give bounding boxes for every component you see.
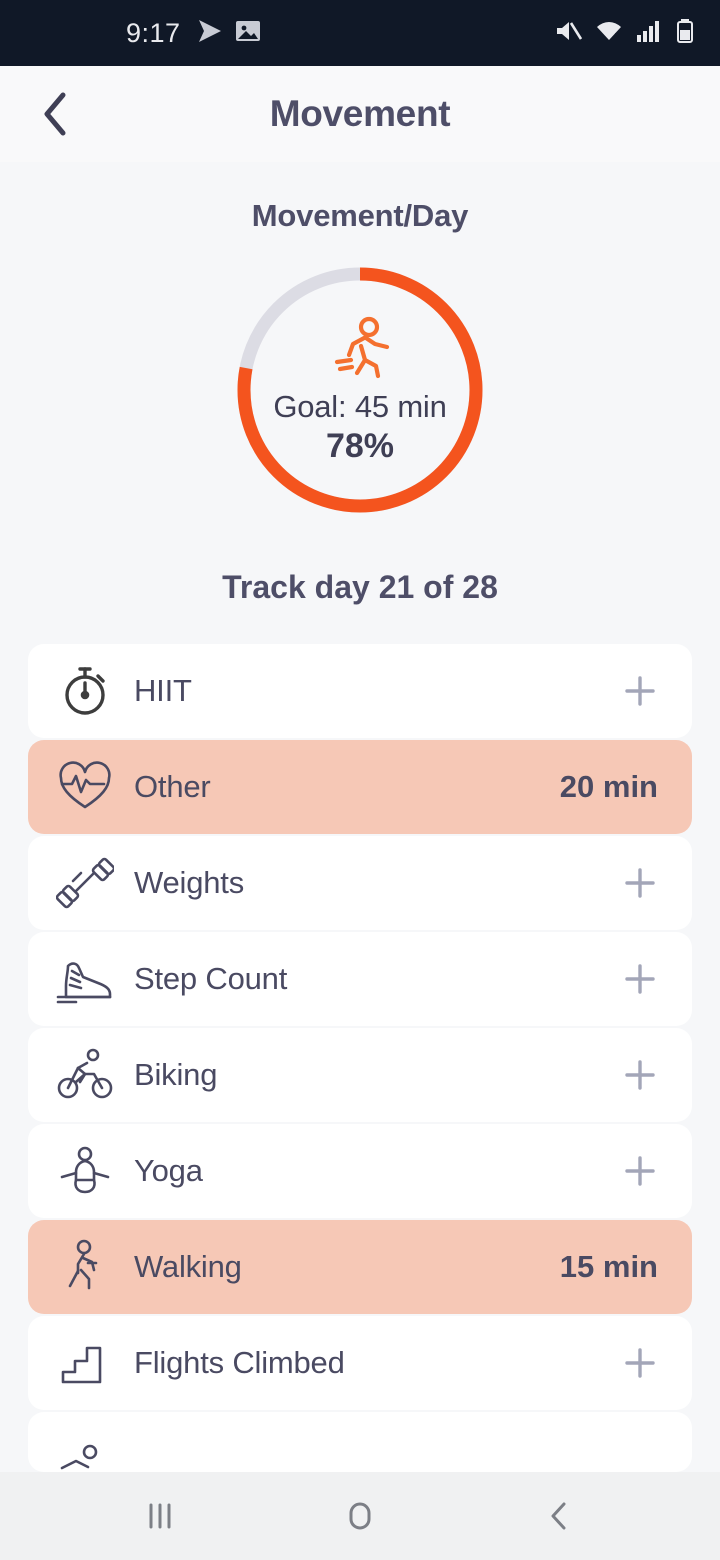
- back-icon: [551, 1502, 566, 1530]
- activity-row-walking[interactable]: Walking 15 min: [28, 1220, 692, 1314]
- activity-label: HIIT: [134, 673, 192, 708]
- bicycle-icon: [54, 1044, 116, 1106]
- recents-icon: [149, 1503, 171, 1529]
- nav-back-button[interactable]: [515, 1481, 605, 1551]
- activity-label: Biking: [134, 1057, 218, 1092]
- activity-label: Walking: [134, 1249, 242, 1284]
- signal-icon: [636, 18, 664, 49]
- main-content: Movement/Day Goal: 45 min 78% Track day …: [0, 162, 720, 1472]
- plus-icon: [625, 1156, 655, 1186]
- back-chevron-icon: [44, 92, 66, 136]
- ring-inner-content: Goal: 45 min 78%: [232, 262, 488, 513]
- running-person-icon: [325, 316, 395, 387]
- activity-row-yoga[interactable]: Yoga: [28, 1124, 692, 1218]
- wifi-icon: [594, 18, 624, 49]
- activity-value: 15 min: [559, 1249, 658, 1284]
- plus-icon: [625, 868, 655, 898]
- activity-row-other[interactable]: Other 20 min: [28, 740, 692, 834]
- status-bar: 9:17: [0, 0, 720, 66]
- movement-progress-ring: Goal: 45 min 78%: [232, 262, 488, 513]
- status-bar-right: [554, 18, 694, 49]
- activity-row-weights[interactable]: Weights: [28, 836, 692, 930]
- activity-row-partial[interactable]: [28, 1412, 692, 1472]
- activity-label: Other: [134, 769, 211, 804]
- walking-person-icon: [54, 1236, 116, 1298]
- battery-icon: [676, 18, 694, 49]
- dumbbell-icon: [54, 852, 116, 914]
- plus-icon: [625, 1060, 655, 1090]
- recents-button[interactable]: [115, 1481, 205, 1551]
- plus-icon: [625, 964, 655, 994]
- activity-row-biking[interactable]: Biking: [28, 1028, 692, 1122]
- android-nav-bar: [0, 1472, 720, 1560]
- activity-label: Flights Climbed: [134, 1345, 345, 1380]
- track-day-text: Track day 21 of 28: [222, 569, 498, 605]
- status-bar-clock: 9:17: [126, 17, 181, 48]
- add-activity-button[interactable]: [622, 1345, 658, 1381]
- add-activity-button[interactable]: [622, 961, 658, 997]
- add-activity-button[interactable]: [622, 1153, 658, 1189]
- add-activity-button[interactable]: [622, 865, 658, 901]
- stopwatch-icon: [54, 660, 116, 722]
- status-bar-left: 9:17: [126, 18, 261, 49]
- plus-icon: [625, 676, 655, 706]
- goal-text: Goal: 45 min: [273, 388, 447, 424]
- stairs-icon: [54, 1332, 116, 1394]
- image-icon: [235, 18, 261, 49]
- percent-text: 78%: [325, 426, 395, 465]
- activity-row-hiit[interactable]: HIIT: [28, 644, 692, 738]
- heart-pulse-icon: [54, 756, 116, 818]
- activity-row-flights-climbed[interactable]: Flights Climbed: [28, 1316, 692, 1410]
- add-activity-button[interactable]: [622, 1057, 658, 1093]
- activity-row-step-count[interactable]: Step Count: [28, 932, 692, 1026]
- sneaker-icon: [54, 948, 116, 1010]
- mute-icon: [554, 18, 583, 49]
- send-icon: [193, 18, 223, 49]
- home-button[interactable]: [315, 1481, 405, 1551]
- add-activity-button[interactable]: [622, 673, 658, 709]
- home-icon: [349, 1502, 371, 1530]
- activity-list: HIIT Other 20 min Weights Step Count Biking Yo…: [0, 644, 720, 1472]
- swim-icon: [54, 1434, 116, 1472]
- yoga-icon: [54, 1140, 116, 1202]
- activity-label: Weights: [134, 865, 245, 900]
- app-screen: 9:17 Movement Movement/Day Goal: 45 min …: [0, 0, 720, 1560]
- activity-value: 20 min: [559, 769, 658, 804]
- page-title: Movement: [269, 93, 451, 134]
- back-button[interactable]: [30, 88, 82, 140]
- activity-label: Step Count: [134, 961, 288, 996]
- app-bar: Movement: [0, 66, 720, 162]
- plus-icon: [625, 1348, 655, 1378]
- section-title: Movement/Day: [251, 198, 469, 233]
- activity-label: Yoga: [134, 1153, 203, 1188]
